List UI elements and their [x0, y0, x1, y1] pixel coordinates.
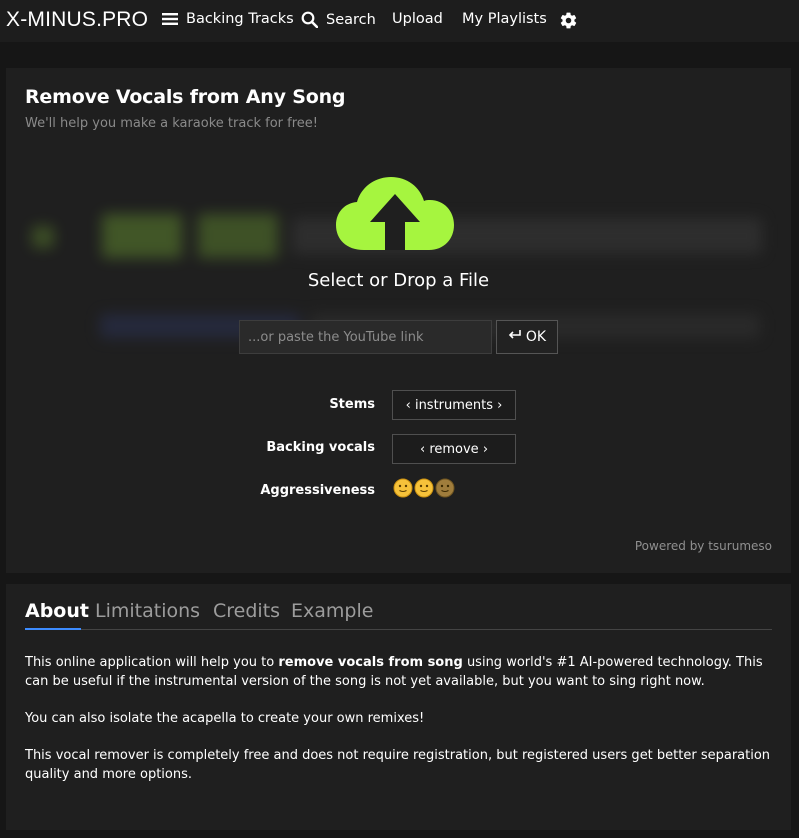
- about-paragraph-2: You can also isolate the acapella to cre…: [25, 711, 425, 726]
- powered-by-credit: Powered by tsurumeso: [634, 539, 772, 553]
- about-content: This online application will help you to…: [25, 653, 775, 802]
- backing-vocals-selector[interactable]: ‹ remove ›: [392, 434, 516, 464]
- enter-arrow-icon: [508, 329, 522, 345]
- page-subtitle: We'll help you make a karaoke track for …: [25, 116, 318, 131]
- youtube-ok-label: OK: [525, 329, 547, 345]
- aggressiveness-level-2-icon[interactable]: [414, 478, 434, 498]
- tab-credits[interactable]: Credits: [213, 600, 280, 622]
- gear-icon: [559, 11, 578, 30]
- active-tab-indicator: [25, 628, 81, 630]
- backing-vocals-label: Backing vocals: [266, 440, 375, 455]
- page-title: Remove Vocals from Any Song: [25, 86, 346, 108]
- tab-limitations[interactable]: Limitations: [95, 600, 200, 622]
- nav-upload-label: Upload: [392, 11, 443, 27]
- nav-backing-tracks-label: Backing Tracks: [186, 11, 294, 27]
- about-paragraph-1: This online application will help you to…: [25, 655, 763, 689]
- info-panel: About Limitations Credits Example This o…: [6, 584, 791, 830]
- nav-backing-tracks[interactable]: Backing Tracks: [162, 11, 294, 27]
- nav-my-playlists-label: My Playlists: [462, 11, 547, 27]
- nav-my-playlists[interactable]: My Playlists: [462, 11, 547, 27]
- aggressiveness-level-1-icon[interactable]: [393, 478, 413, 498]
- youtube-link-input[interactable]: [239, 320, 492, 354]
- nav-search[interactable]: Search: [301, 11, 376, 28]
- tab-about[interactable]: About: [25, 600, 89, 622]
- settings-button[interactable]: [559, 11, 578, 30]
- select-drop-file-label[interactable]: Select or Drop a File: [6, 270, 791, 291]
- nav-search-label: Search: [326, 11, 376, 28]
- stems-label: Stems: [329, 397, 375, 412]
- about-paragraph-3: This vocal remover is completely free an…: [25, 748, 771, 782]
- vocal-remover-panel: Remove Vocals from Any Song We'll help y…: [6, 68, 791, 573]
- youtube-ok-button[interactable]: OK: [496, 320, 558, 354]
- top-nav: X-MINUS.PRO Backing Tracks Search Upload…: [0, 0, 799, 42]
- tab-example[interactable]: Example: [291, 600, 373, 622]
- aggressiveness-level-3-icon[interactable]: [435, 478, 455, 498]
- aggressiveness-label: Aggressiveness: [260, 483, 375, 498]
- hamburger-menu-icon: [162, 12, 178, 26]
- aggressiveness-rating: [393, 478, 455, 498]
- upload-cloud-icon[interactable]: [334, 176, 456, 250]
- stems-selector[interactable]: ‹ instruments ›: [392, 390, 516, 420]
- about-highlight: remove vocals from song: [278, 655, 463, 670]
- nav-upload[interactable]: Upload: [392, 11, 443, 27]
- info-tabs: About Limitations Credits Example: [25, 600, 772, 630]
- site-logo[interactable]: X-MINUS.PRO: [6, 8, 148, 32]
- search-icon: [301, 11, 318, 28]
